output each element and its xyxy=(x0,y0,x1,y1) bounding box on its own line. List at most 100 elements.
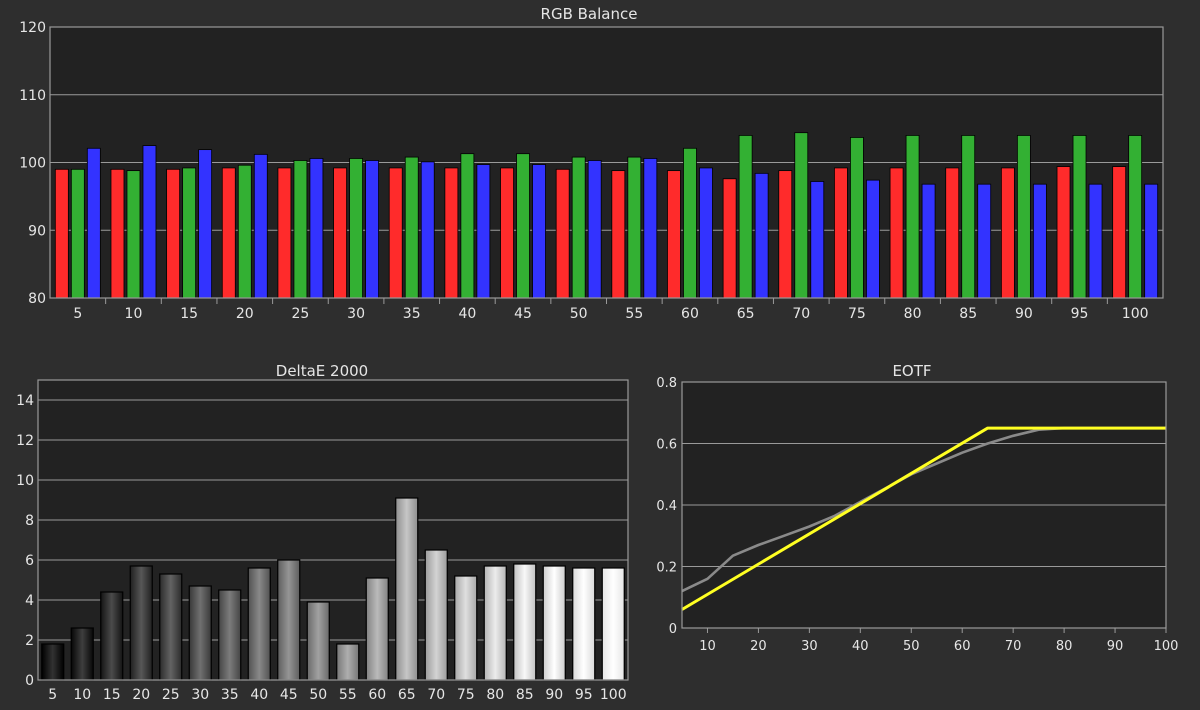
rgb-bar-green xyxy=(237,164,252,299)
rgb-x-tick-label: 35 xyxy=(403,306,421,322)
deltae-bar xyxy=(336,643,360,681)
deltae-x-tick-label: 95 xyxy=(575,687,593,703)
rgb-x-tick-label: 50 xyxy=(570,306,588,322)
eotf-x-tick-label: 100 xyxy=(1154,639,1179,654)
deltae-x-tick-label: 35 xyxy=(221,687,239,703)
rgb-x-tick-label: 20 xyxy=(236,306,254,322)
rgb-bar-red xyxy=(277,167,292,299)
deltae-bar xyxy=(513,563,537,681)
deltae-x-tick-label: 5 xyxy=(48,687,57,703)
deltae-bar xyxy=(306,601,330,681)
deltae-x-tick-label: 70 xyxy=(427,687,445,703)
rgb-x-tick-label: 45 xyxy=(514,306,532,322)
rgb-x-tick-label: 55 xyxy=(625,306,643,322)
rgb-bar-red xyxy=(333,167,347,299)
rgb-bar-blue xyxy=(587,160,602,299)
rgb-x-tick-label: 10 xyxy=(125,306,143,322)
deltae-bar xyxy=(483,565,507,681)
rgb-bar-red xyxy=(778,170,793,299)
deltae-bar xyxy=(70,627,94,681)
rgb-y-tick-label: 80 xyxy=(28,291,46,307)
eotf-title: EOTF xyxy=(892,362,931,380)
deltae-bar xyxy=(395,497,419,681)
deltae-x-tick-label: 50 xyxy=(309,687,327,703)
rgb-bar-blue xyxy=(921,183,936,299)
deltae-y-tick-label: 0 xyxy=(25,673,34,689)
eotf-y-tick-label: 0.4 xyxy=(656,499,677,514)
eotf-chart: EOTF 0 0.2 0.4 0.6 0.8 10 20 30 40 50 60 70 80 90 100 xyxy=(656,362,1178,654)
eotf-x-tick-label: 20 xyxy=(750,639,767,654)
deltae-x-tick-label: 45 xyxy=(280,687,298,703)
rgb-balance-chart: RGB Balance 80 90 100 110 120 5 10 15 20 25 30 35 40… xyxy=(19,5,1164,322)
deltae-x-tick-label: 65 xyxy=(398,687,416,703)
rgb-bar-red xyxy=(388,167,403,299)
deltae-bar xyxy=(424,549,448,681)
rgb-bar-green xyxy=(293,160,308,299)
rgb-bar-blue xyxy=(142,145,157,299)
rgb-bar-green xyxy=(516,153,530,299)
deltae-bar xyxy=(542,565,566,681)
rgb-bar-green xyxy=(404,156,419,299)
rgb-bar-green xyxy=(70,168,85,299)
rgb-bar-red xyxy=(1000,167,1015,299)
rgb-y-tick-label: 90 xyxy=(28,223,46,239)
rgb-bar-red xyxy=(1056,166,1071,299)
rgb-bar-green xyxy=(126,170,141,299)
rgb-x-tick-label: 30 xyxy=(347,306,365,322)
deltae-y-tick-label: 12 xyxy=(16,433,34,449)
rgb-x-tick-label: 70 xyxy=(792,306,810,322)
rgb-bar-red xyxy=(667,170,681,299)
rgb-bar-green xyxy=(627,156,642,299)
deltae-x-tick-label: 85 xyxy=(516,687,534,703)
rgb-bar-green xyxy=(1072,134,1087,299)
rgb-bar-green xyxy=(905,134,920,299)
rgb-bar-green xyxy=(182,167,197,299)
deltae-plot-area xyxy=(38,380,628,680)
deltae-x-tick-label: 40 xyxy=(250,687,268,703)
rgb-y-tick-label: 110 xyxy=(19,88,46,104)
rgb-bar-blue xyxy=(532,164,546,299)
rgb-x-tick-label: 40 xyxy=(458,306,476,322)
eotf-x-tick-label: 50 xyxy=(903,639,920,654)
eotf-x-tick-label: 90 xyxy=(1107,639,1124,654)
deltae-bar xyxy=(100,591,124,681)
rgb-bar-green xyxy=(794,132,809,299)
rgb-bar-red xyxy=(1112,166,1127,299)
deltae-bar xyxy=(159,573,183,681)
deltae-y-tick-label: 4 xyxy=(25,593,34,609)
deltae-x-tick-label: 55 xyxy=(339,687,357,703)
rgb-bar-blue xyxy=(1032,183,1047,299)
rgb-bar-red xyxy=(834,167,848,299)
rgb-bar-green xyxy=(1016,134,1031,299)
deltae-y-tick-label: 2 xyxy=(25,633,34,649)
deltae-bar xyxy=(247,567,271,681)
rgb-bar-red xyxy=(500,167,514,299)
rgb-bar-blue xyxy=(420,161,435,299)
deltae-x-tick-label: 90 xyxy=(545,687,563,703)
rgb-bar-red xyxy=(945,167,960,299)
rgb-bar-blue xyxy=(476,164,491,299)
rgb-x-tick-label: 80 xyxy=(904,306,922,322)
rgb-bar-blue xyxy=(699,167,713,299)
eotf-y-tick-label: 0.6 xyxy=(656,438,677,453)
rgb-bar-red xyxy=(722,178,737,299)
rgb-bar-blue xyxy=(253,153,268,299)
deltae-bar xyxy=(129,565,153,681)
rgb-balance-title: RGB Balance xyxy=(541,5,638,23)
rgb-x-tick-label: 95 xyxy=(1071,306,1089,322)
rgb-y-tick-label: 100 xyxy=(19,156,46,172)
rgb-x-tick-label: 90 xyxy=(1015,306,1033,322)
rgb-x-tick-label: 100 xyxy=(1122,306,1149,322)
deltae-y-tick-label: 10 xyxy=(16,473,34,489)
rgb-bar-blue xyxy=(810,181,825,299)
rgb-bar-green xyxy=(349,158,363,299)
rgb-bar-red xyxy=(221,167,236,299)
deltae-bar xyxy=(601,567,625,681)
eotf-y-tick-label: 0.8 xyxy=(656,376,677,391)
rgb-bar-red xyxy=(54,168,69,299)
calibration-report: RGB Balance 80901001101205 10 15 20 25 30 35 40… xyxy=(0,0,1200,710)
rgb-bar-green xyxy=(683,147,697,299)
rgb-bar-red xyxy=(166,168,181,299)
rgb-bar-green xyxy=(1128,134,1143,299)
deltae-y-tick-label: 8 xyxy=(25,513,34,529)
